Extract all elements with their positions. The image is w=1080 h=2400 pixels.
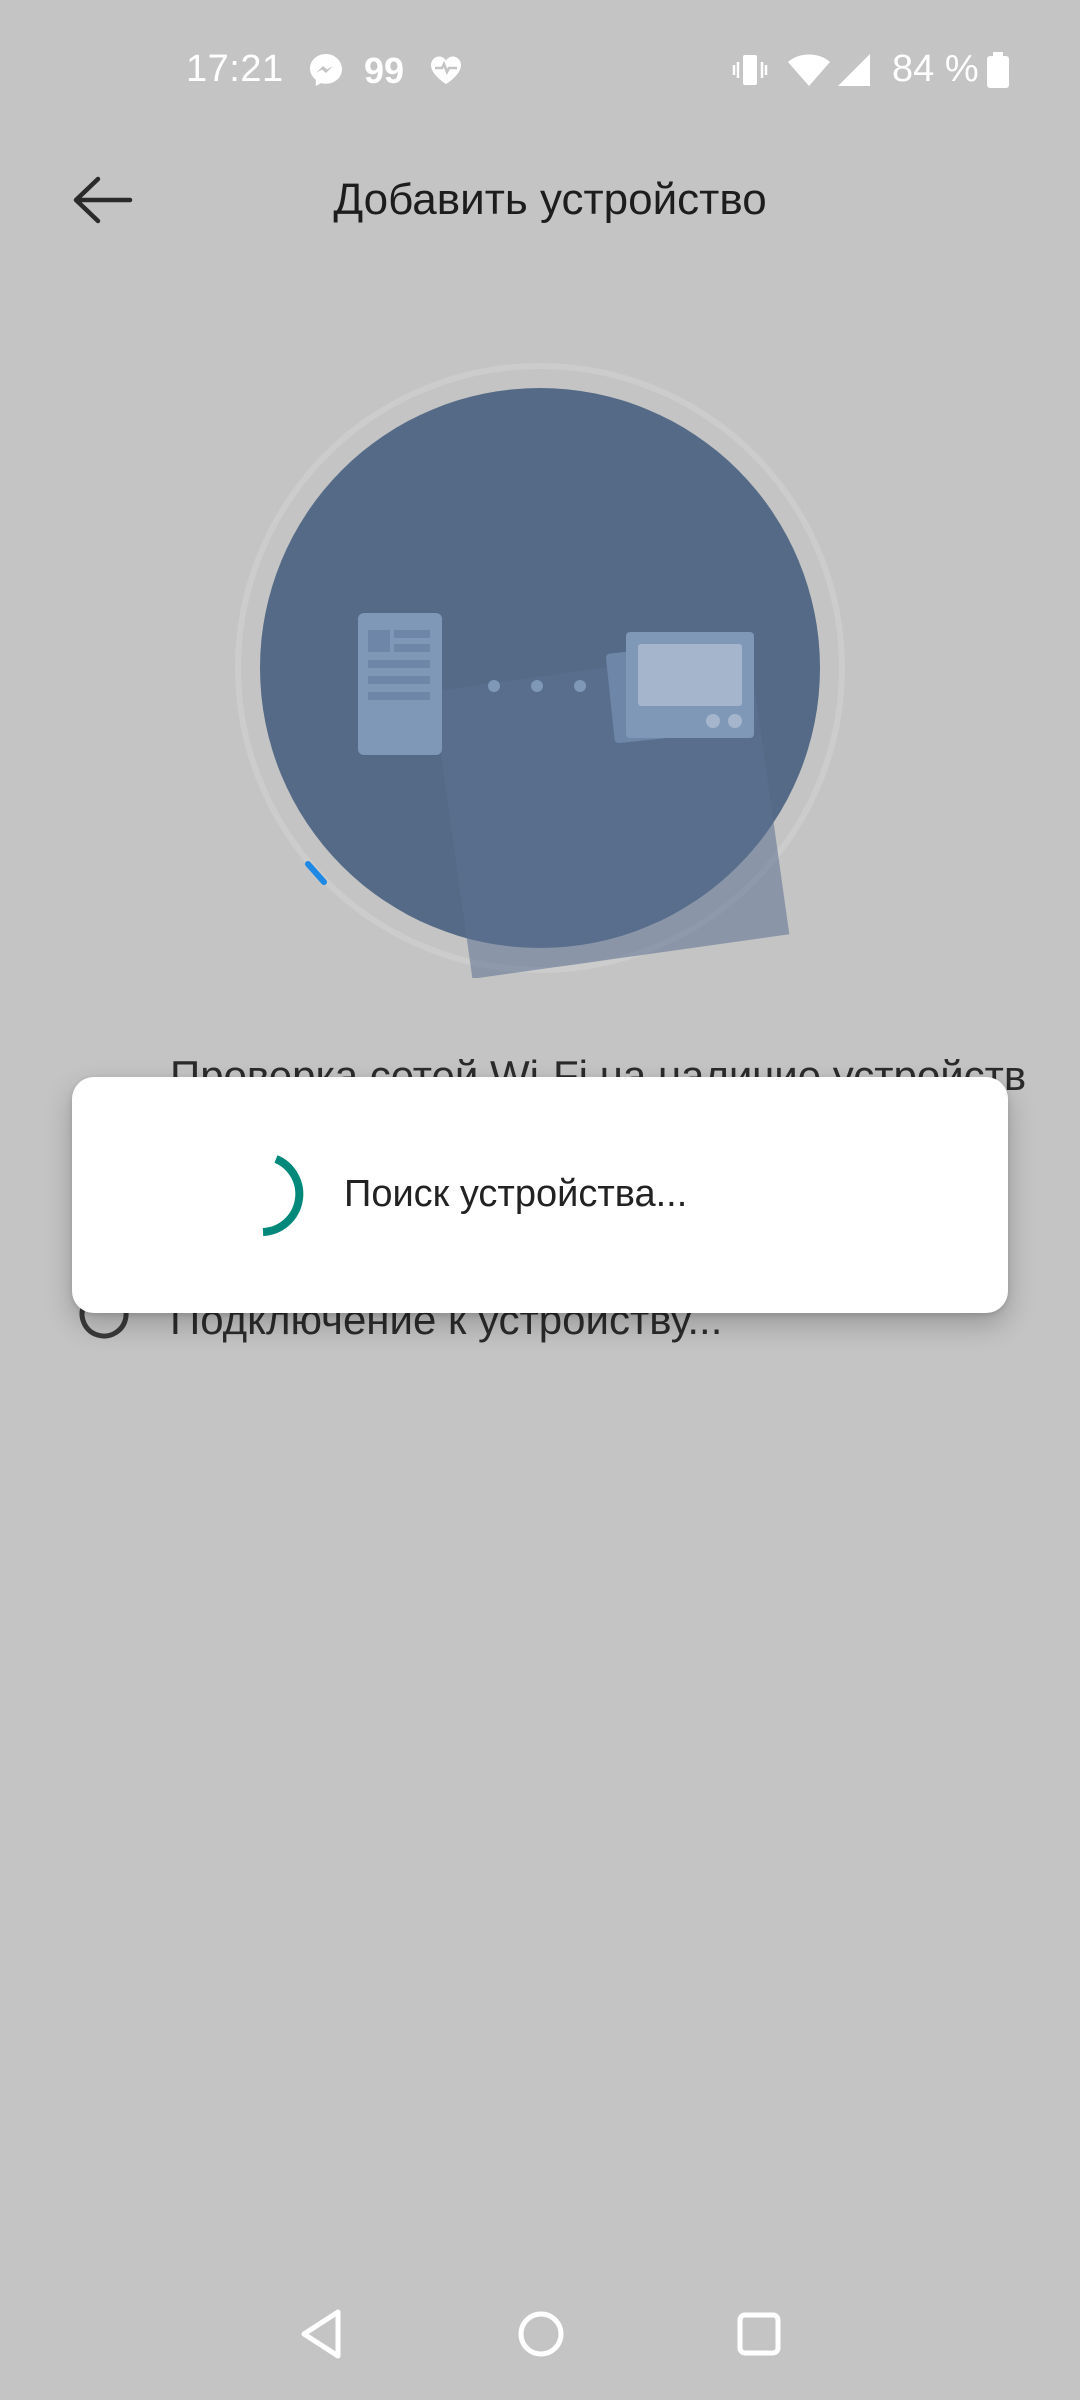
dialog-message: Поиск устройства... [344, 1173, 688, 1215]
vibrate-icon [732, 55, 768, 85]
battery-icon [987, 52, 1009, 88]
messenger-icon [310, 54, 342, 86]
device-icon [605, 632, 754, 744]
loading-spinner-icon [262, 1155, 304, 1236]
phone-icon [358, 613, 442, 755]
wifi-icon [788, 54, 830, 86]
notification-count: 99 [364, 50, 405, 91]
connection-illustration [235, 363, 845, 978]
page-title: Добавить устройство [333, 175, 767, 224]
navigation-bar [0, 2280, 1080, 2390]
nav-recents-icon[interactable] [729, 2304, 789, 2364]
search-dialog: Поиск устройства... [72, 1077, 1008, 1313]
battery-percent: 84 % [892, 48, 979, 90]
health-heart-icon [431, 56, 461, 84]
status-time: 17:21 [186, 48, 284, 90]
status-bar: 17:21 99 84 % [0, 0, 1080, 140]
nav-home-icon[interactable] [511, 2304, 571, 2364]
nav-back-icon[interactable] [292, 2304, 352, 2364]
signal-icon [838, 54, 870, 86]
